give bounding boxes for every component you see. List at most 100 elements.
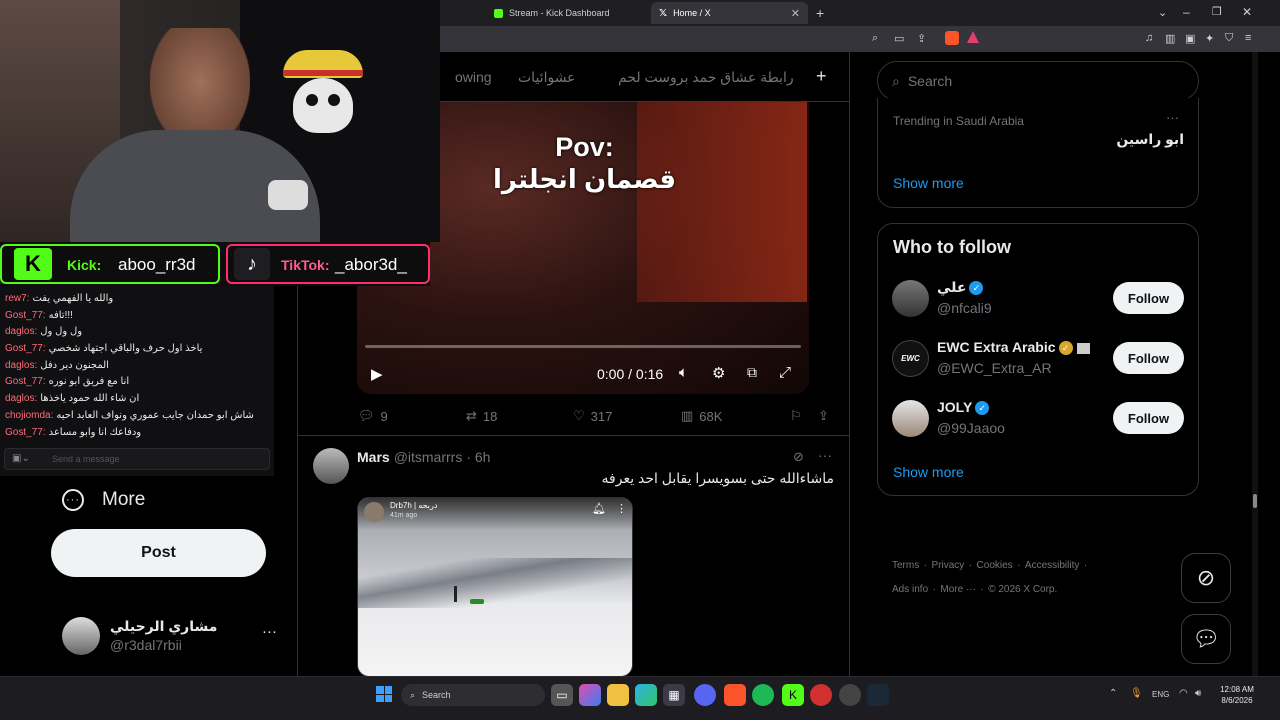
follow-button[interactable]: Follow bbox=[1113, 402, 1184, 434]
chat-username[interactable]: rew7: bbox=[5, 293, 29, 304]
emote-icon[interactable]: ▣⌄ bbox=[12, 453, 30, 464]
chat-input[interactable]: ▣⌄ Send a message bbox=[4, 448, 270, 470]
messages-fab-icon[interactable]: 💬︎ bbox=[1181, 614, 1231, 664]
clock[interactable]: 12:08 AM 8/6/2026 bbox=[1217, 684, 1257, 706]
edge-icon[interactable] bbox=[635, 684, 657, 706]
search-input[interactable]: ⌕ Search bbox=[877, 61, 1199, 101]
store-icon[interactable]: ▦ bbox=[663, 684, 685, 706]
obs-icon[interactable] bbox=[810, 684, 832, 706]
windows-start-icon[interactable] bbox=[376, 686, 392, 702]
app-icon[interactable] bbox=[839, 684, 861, 706]
kick-taskbar-icon[interactable]: K bbox=[782, 684, 804, 706]
chat-username[interactable]: Gost_77: bbox=[5, 427, 46, 438]
trend-more-icon[interactable]: ··· bbox=[1166, 110, 1179, 125]
post-button[interactable]: Post bbox=[51, 529, 266, 577]
tab-home-x[interactable]: 𝕏 Home / X ✕ bbox=[651, 2, 808, 24]
account-switcher[interactable]: مشاري الرحيلي @r3dal7rbii ··· bbox=[62, 617, 282, 657]
views-button[interactable]: ▥ 68K bbox=[681, 408, 722, 424]
leo-icon[interactable]: ✦ bbox=[1205, 32, 1214, 45]
tab-kick-dashboard[interactable]: Stream - Kick Dashboard bbox=[486, 2, 646, 24]
wifi-icon[interactable]: ◠ bbox=[1179, 688, 1188, 699]
chat-username[interactable]: daglos: bbox=[5, 360, 37, 371]
new-tab-button[interactable]: + bbox=[816, 5, 824, 21]
follow-button[interactable]: Follow bbox=[1113, 282, 1184, 314]
add-list-button[interactable]: + bbox=[816, 66, 827, 87]
menu-icon[interactable]: ≡ bbox=[1245, 32, 1251, 44]
footer-privacy[interactable]: Privacy bbox=[931, 560, 964, 571]
close-tab-icon[interactable]: ✕ bbox=[791, 7, 800, 20]
discord-icon[interactable] bbox=[694, 684, 716, 706]
follow-suggestion[interactable]: JOLY ✓ @99Jaaoo Follow bbox=[878, 396, 1198, 446]
spotify-icon[interactable] bbox=[752, 684, 774, 706]
chat-username[interactable]: daglos: bbox=[5, 326, 37, 337]
tab-following[interactable]: owing bbox=[455, 69, 492, 85]
verified-gold-badge-icon: ✓ bbox=[1058, 341, 1073, 356]
retweet-button[interactable]: ⇄ 18 bbox=[466, 408, 497, 424]
volume-icon[interactable]: 🔈︎ bbox=[679, 364, 688, 381]
share-icon[interactable]: ⇪ bbox=[917, 32, 926, 45]
more-menu-button[interactable]: ··· More bbox=[62, 489, 145, 511]
chat-username[interactable]: daglos: bbox=[5, 393, 37, 404]
volume-tray-icon[interactable]: 🔊︎ bbox=[1195, 688, 1201, 699]
trend-topic[interactable]: ابو راسين bbox=[893, 131, 1184, 148]
reply-button[interactable]: 💬︎ 9 bbox=[358, 408, 388, 424]
tweet-time[interactable]: · 6h bbox=[466, 449, 490, 465]
brave-rewards-icon[interactable] bbox=[967, 31, 979, 43]
grok-fab-icon[interactable]: ⊘ bbox=[1181, 553, 1231, 603]
taskbar-search[interactable]: ⌕ Search bbox=[401, 684, 545, 706]
tab-random[interactable]: عشوائيات bbox=[518, 69, 576, 86]
tab-hamad-broast[interactable]: رابطة عشاق حمد بروست لحم bbox=[618, 69, 794, 86]
tray-chevron-icon[interactable]: ⌃ bbox=[1109, 688, 1117, 699]
settings-gear-icon[interactable]: ⚙ bbox=[712, 364, 725, 382]
follow-suggestion[interactable]: علي ✓ @nfcali9 Follow bbox=[878, 276, 1198, 326]
brave-taskbar-icon[interactable] bbox=[724, 684, 746, 706]
pip-icon[interactable]: ⧉ bbox=[747, 364, 757, 381]
language-indicator[interactable]: ENG bbox=[1152, 690, 1169, 699]
tweet-media-image[interactable]: Drb7h | دربحه 41m ago 🔔︎ ⋮ bbox=[357, 497, 633, 676]
footer-terms[interactable]: Terms bbox=[892, 560, 919, 571]
bookmark-icon[interactable]: ⚐ bbox=[790, 408, 802, 424]
copilot-icon[interactable] bbox=[579, 684, 601, 706]
who-to-follow-title: Who to follow bbox=[893, 237, 1011, 257]
fullscreen-icon[interactable]: ⤢ bbox=[779, 364, 791, 381]
zoom-icon[interactable]: ⌕ bbox=[872, 32, 878, 45]
steam-icon[interactable] bbox=[867, 684, 889, 706]
wallet-icon[interactable]: ▣ bbox=[1185, 32, 1195, 45]
vpn-icon[interactable]: ⛉ bbox=[1225, 32, 1233, 45]
tweet-author-name[interactable]: Mars bbox=[357, 449, 390, 465]
cast-icon[interactable]: ▭ bbox=[894, 32, 904, 45]
sidebar-icon[interactable]: ▥ bbox=[1165, 32, 1175, 45]
file-explorer-icon[interactable] bbox=[607, 684, 629, 706]
minimize-window-icon[interactable]: – bbox=[1183, 5, 1190, 19]
mic-icon[interactable]: 🎙︎ bbox=[1130, 688, 1143, 699]
tweet-more-icon[interactable]: ··· bbox=[818, 447, 832, 463]
footer-accessibility[interactable]: Accessibility bbox=[1025, 560, 1079, 571]
trending-show-more[interactable]: Show more bbox=[893, 175, 964, 191]
share-tweet-icon[interactable]: ⇪ bbox=[818, 408, 829, 424]
grok-icon[interactable]: ⊘ bbox=[793, 449, 804, 465]
follow-show-more[interactable]: Show more bbox=[893, 464, 964, 480]
footer-ads-info[interactable]: Ads info bbox=[892, 584, 928, 595]
footer-cookies[interactable]: Cookies bbox=[977, 560, 1013, 571]
follow-suggestion[interactable]: EWC EWC Extra Arabic ✓ @EWC_Extra_AR Foll… bbox=[878, 336, 1198, 386]
footer-more[interactable]: More ··· bbox=[940, 584, 976, 595]
media-icon[interactable]: ♫ bbox=[1145, 32, 1153, 44]
like-button[interactable]: ♡ 317 bbox=[573, 408, 612, 424]
chat-username[interactable]: chojiomda: bbox=[5, 410, 53, 421]
chat-username[interactable]: Gost_77: bbox=[5, 376, 46, 387]
task-view-icon[interactable]: ▭ bbox=[551, 684, 573, 706]
chat-text: ودفاعك انا وابو مساعد bbox=[48, 426, 142, 438]
tab-list-chevron-icon[interactable]: ⌄ bbox=[1158, 6, 1167, 19]
play-icon[interactable]: ▶ bbox=[371, 365, 383, 383]
chat-username[interactable]: Gost_77: bbox=[5, 343, 46, 354]
tweet-author-handle[interactable]: @itsmarrrs bbox=[394, 449, 463, 465]
mars-avatar[interactable] bbox=[313, 448, 349, 484]
maximize-window-icon[interactable]: ❐ bbox=[1212, 5, 1222, 18]
brave-shields-icon[interactable] bbox=[945, 31, 959, 45]
follow-button[interactable]: Follow bbox=[1113, 342, 1184, 374]
chat-text: ول ول ول bbox=[40, 326, 83, 338]
page-scrollbar[interactable] bbox=[1252, 52, 1258, 676]
close-window-icon[interactable]: ✕ bbox=[1242, 5, 1252, 19]
chat-username[interactable]: Gost_77: bbox=[5, 310, 46, 321]
video-progress-bar[interactable] bbox=[365, 345, 801, 348]
